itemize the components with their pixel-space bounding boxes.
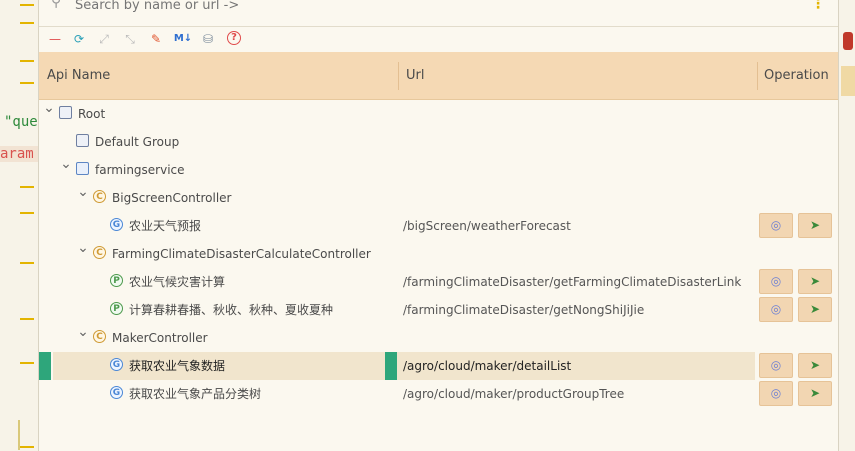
gutter-marker [20, 446, 34, 448]
api-name-label: Root [78, 107, 106, 121]
api-url-label: /farmingClimateDisaster/getFarmingClimat… [403, 275, 742, 289]
view-doc-button[interactable]: ◎ [759, 269, 793, 294]
col-operation[interactable]: Operation [764, 52, 829, 99]
tree-node[interactable]: ⌄ farmingservice [39, 156, 839, 184]
database-icon[interactable]: ⛁ [200, 31, 216, 47]
tree-node[interactable]: ⌄ Root [39, 100, 839, 128]
module-icon [76, 162, 89, 175]
expand-icon[interactable]: ⤢ [96, 31, 112, 47]
toolbar: — ⟳ ⤢ ⤡ ✎ M↓ ⛁? [39, 27, 839, 51]
api-name-label: 农业天气预报 [129, 219, 202, 233]
gutter-marker [20, 212, 34, 214]
editor-gutter: "que aram [0, 0, 39, 451]
get-method-icon: G [110, 218, 123, 231]
api-name-label: BigScreenController [112, 191, 232, 205]
tree-node[interactable]: ⌄ C BigScreenController [39, 184, 839, 212]
col-url[interactable]: Url [406, 52, 424, 99]
more-options-icon[interactable]: ⋮ [811, 0, 825, 12]
collapse-icon[interactable]: ⤡ [122, 31, 138, 47]
refresh-icon[interactable]: ⟳ [71, 31, 87, 47]
api-row[interactable]: G 获取农业气象产品分类树/agro/cloud/maker/productGro… [39, 380, 839, 408]
code-fragment: aram [0, 146, 38, 162]
table-header: Api Name Url Operation [39, 52, 839, 100]
api-row[interactable]: G 农业天气预报/bigScreen/weatherForecast ◎ ➤ [39, 212, 839, 240]
minus-icon[interactable]: — [47, 31, 63, 47]
selection-marker [39, 352, 51, 380]
folder-icon [59, 106, 72, 119]
send-request-button[interactable]: ➤ [798, 213, 832, 238]
gutter-marker [20, 22, 34, 24]
controller-icon: C [93, 246, 106, 259]
search-input[interactable] [73, 0, 777, 16]
chevron-down-icon[interactable]: ⌄ [60, 157, 72, 171]
tree-node[interactable]: Default Group [39, 128, 839, 156]
api-url-label: /farmingClimateDisaster/getNongShiJiJie [403, 303, 645, 317]
api-row[interactable]: G 获取农业气象数据/agro/cloud/maker/detailList ◎ ➤ [39, 352, 839, 380]
api-url-label: /bigScreen/weatherForecast [403, 219, 571, 233]
gutter-marker [20, 262, 34, 264]
view-doc-button[interactable]: ◎ [759, 297, 793, 322]
search-bar: ⚲ ⋮ [39, 0, 839, 27]
tree-node[interactable]: ⌄ C FarmingClimateDisasterCalculateControl… [39, 240, 839, 268]
controller-icon: C [93, 190, 106, 203]
api-name-label: Default Group [95, 135, 180, 149]
gutter-marker [20, 82, 34, 84]
api-name-label: farmingservice [95, 163, 185, 177]
help-icon[interactable]: ? [227, 31, 241, 45]
api-row[interactable]: P 计算春耕春播、秋收、秋种、夏收夏种/farmingClimateDisaste… [39, 296, 839, 324]
send-request-button[interactable]: ➤ [798, 381, 832, 406]
tree-node[interactable]: ⌄ C MakerController [39, 324, 839, 352]
view-doc-button[interactable]: ◎ [759, 213, 793, 238]
plugin-icon[interactable] [843, 32, 853, 50]
chevron-down-icon[interactable]: ⌄ [77, 241, 89, 255]
controller-icon: C [93, 330, 106, 343]
gutter-marker [20, 186, 34, 188]
chevron-down-icon[interactable]: ⌄ [77, 185, 89, 199]
selection-marker [385, 352, 397, 380]
api-url-label: /agro/cloud/maker/detailList [403, 359, 572, 373]
post-method-icon: P [110, 302, 123, 315]
folder-icon [76, 134, 89, 147]
api-name-label: FarmingClimateDisasterCalculateControlle… [112, 247, 371, 261]
send-request-button[interactable]: ➤ [798, 269, 832, 294]
get-method-icon: G [110, 358, 123, 371]
view-doc-button[interactable]: ◎ [759, 381, 793, 406]
tool-window-icon[interactable] [841, 66, 855, 96]
send-request-button[interactable]: ➤ [798, 297, 832, 322]
col-api-name[interactable]: Api Name [47, 52, 110, 99]
api-url-label: /agro/cloud/maker/productGroupTree [403, 387, 625, 401]
api-name-label: 农业气候灾害计算 [129, 275, 226, 289]
view-doc-button[interactable]: ◎ [759, 353, 793, 378]
markdown-icon[interactable]: M↓ [173, 31, 193, 47]
gutter-marker [20, 318, 34, 320]
api-name-label: MakerController [112, 331, 208, 345]
api-panel: ⚲ ⋮ — ⟳ ⤢ ⤡ ✎ M↓ ⛁? Api Name Url Operation ⌄ Ro… [39, 0, 839, 451]
column-divider[interactable] [398, 62, 399, 90]
api-row[interactable]: P 农业气候灾害计算/farmingClimateDisaster/getFarm… [39, 268, 839, 296]
post-method-icon: P [110, 274, 123, 287]
api-name-label: 获取农业气象数据 [129, 359, 226, 373]
api-name-label: 计算春耕春播、秋收、秋种、夏收夏种 [129, 303, 334, 317]
edit-icon[interactable]: ✎ [148, 31, 164, 47]
code-fragment: "que [4, 114, 38, 130]
gutter-marker [20, 362, 34, 364]
chevron-down-icon[interactable]: ⌄ [77, 325, 89, 339]
gutter-marker [20, 4, 34, 6]
search-icon: ⚲ [51, 0, 62, 10]
get-method-icon: G [110, 386, 123, 399]
chevron-down-icon[interactable]: ⌄ [43, 101, 55, 115]
right-tool-strip [838, 0, 855, 451]
send-request-button[interactable]: ➤ [798, 353, 832, 378]
api-name-label: 获取农业气象产品分类树 [129, 387, 262, 401]
column-divider[interactable] [757, 62, 758, 90]
gutter-marker [20, 60, 34, 62]
